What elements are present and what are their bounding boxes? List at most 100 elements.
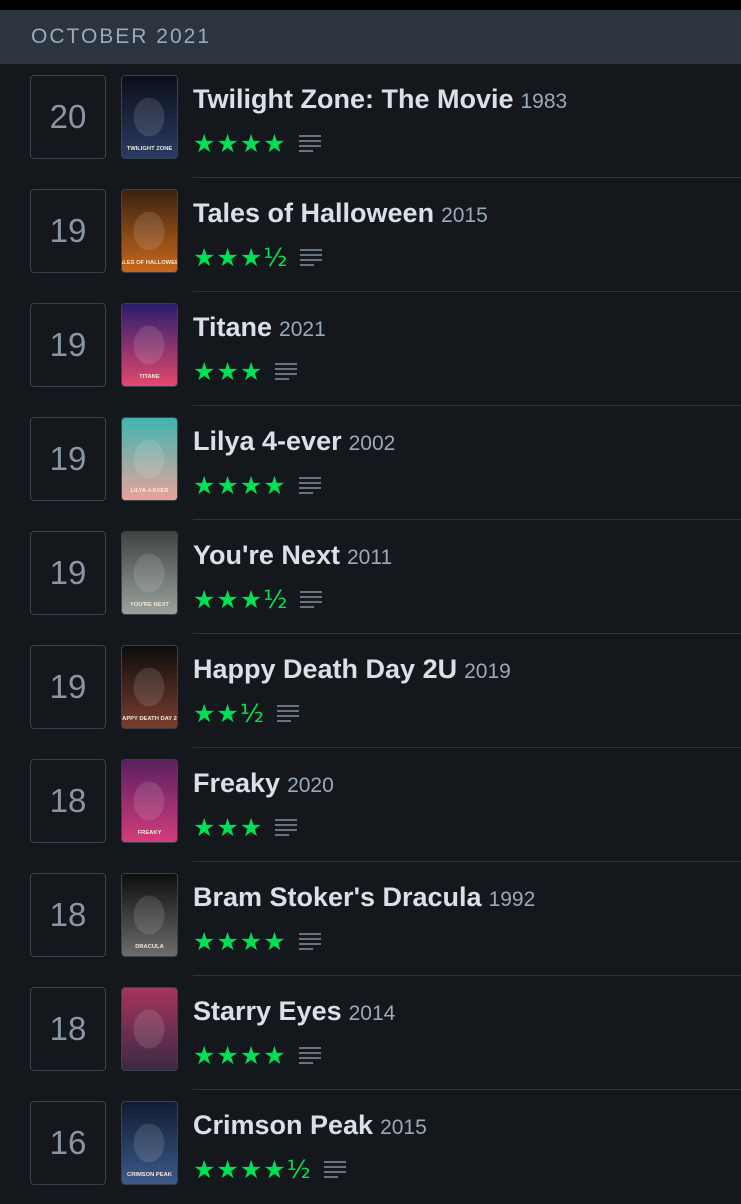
month-section-header: OCTOBER 2021 xyxy=(0,10,741,64)
poster-lettering: HAPPY DEATH DAY 2U xyxy=(122,716,177,722)
film-year[interactable]: 2021 xyxy=(279,318,326,341)
film-title-line: Bram Stoker's Dracula 1992 xyxy=(193,882,535,913)
film-title[interactable]: You're Next xyxy=(193,540,340,570)
rating-line: ★★★★ xyxy=(193,126,321,160)
rating-line: ★★★½ xyxy=(193,582,323,616)
poster-artwork: CRIMSON PEAK xyxy=(122,1102,177,1184)
poster-artwork: TITANE xyxy=(122,304,177,386)
film-poster[interactable]: YOU'RE NEXT xyxy=(121,531,178,615)
film-title[interactable]: Bram Stoker's Dracula xyxy=(193,882,482,912)
review-lines-icon[interactable] xyxy=(298,476,321,494)
film-poster[interactable]: DRACULA xyxy=(121,873,178,957)
film-title-line: Crimson Peak 2015 xyxy=(193,1110,427,1141)
rating-line: ★★★★ xyxy=(193,924,321,958)
film-year[interactable]: 2011 xyxy=(347,546,392,569)
review-lines-icon[interactable] xyxy=(300,248,323,266)
film-year[interactable]: 2019 xyxy=(464,660,511,683)
film-title[interactable]: Tales of Halloween xyxy=(193,198,434,228)
star-rating: ★★★★ xyxy=(193,128,287,158)
diary-entry-row[interactable]: 18 Starry Eyes 2014 ★★★★ xyxy=(0,976,741,1090)
film-poster[interactable]: CRIMSON PEAK xyxy=(121,1101,178,1185)
diary-entry-row[interactable]: 16 CRIMSON PEAK Crimson Peak 2015 ★★★★½ xyxy=(0,1090,741,1204)
star-rating: ★★★½ xyxy=(193,242,289,272)
day-number[interactable]: 20 xyxy=(30,75,106,159)
day-number[interactable]: 19 xyxy=(30,531,106,615)
film-poster[interactable] xyxy=(121,987,178,1071)
film-year[interactable]: 2015 xyxy=(441,204,488,227)
film-poster[interactable]: HAPPY DEATH DAY 2U xyxy=(121,645,178,729)
poster-artwork: FREAKY xyxy=(122,760,177,842)
star-rating: ★★½ xyxy=(193,698,266,728)
review-lines-icon[interactable] xyxy=(277,704,300,722)
film-year[interactable]: 2014 xyxy=(349,1002,396,1025)
film-year[interactable]: 2020 xyxy=(287,774,334,797)
film-title[interactable]: Twilight Zone: The Movie xyxy=(193,84,513,114)
day-number[interactable]: 19 xyxy=(30,417,106,501)
film-title-line: Twilight Zone: The Movie 1983 xyxy=(193,84,567,115)
film-title[interactable]: Crimson Peak xyxy=(193,1110,373,1140)
film-title[interactable]: Lilya 4-ever xyxy=(193,426,342,456)
review-lines-icon[interactable] xyxy=(323,1160,346,1178)
film-title-line: Freaky 2020 xyxy=(193,768,334,799)
film-year[interactable]: 1992 xyxy=(489,888,536,911)
day-number[interactable]: 19 xyxy=(30,189,106,273)
film-title[interactable]: Freaky xyxy=(193,768,280,798)
poster-artwork: LILYA 4-EVER xyxy=(122,418,177,500)
film-title-line: Lilya 4-ever 2002 xyxy=(193,426,395,457)
diary-entry-row[interactable]: 19 TITANE Titane 2021 ★★★ xyxy=(0,292,741,406)
poster-lettering: DRACULA xyxy=(135,944,164,950)
film-poster[interactable]: TALES OF HALLOWEEN xyxy=(121,189,178,273)
diary-entry-row[interactable]: 19 LILYA 4-EVER Lilya 4-ever 2002 ★★★★ xyxy=(0,406,741,520)
film-title[interactable]: Titane xyxy=(193,312,272,342)
rating-line: ★★★ xyxy=(193,354,298,388)
rating-line: ★★★★½ xyxy=(193,1152,346,1186)
diary-entry-row[interactable]: 18 FREAKY Freaky 2020 ★★★ xyxy=(0,748,741,862)
star-rating: ★★★★ xyxy=(193,926,287,956)
diary-entry-row[interactable]: 20 TWILIGHT ZONE Twilight Zone: The Movi… xyxy=(0,64,741,178)
review-lines-icon[interactable] xyxy=(298,932,321,950)
diary-entry-row[interactable]: 18 DRACULA Bram Stoker's Dracula 1992 ★★★… xyxy=(0,862,741,976)
day-number[interactable]: 16 xyxy=(30,1101,106,1185)
poster-lettering: TWILIGHT ZONE xyxy=(127,146,173,152)
poster-lettering: FREAKY xyxy=(138,830,162,836)
film-poster[interactable]: LILYA 4-EVER xyxy=(121,417,178,501)
film-year[interactable]: 2015 xyxy=(380,1116,427,1139)
review-lines-icon[interactable] xyxy=(275,362,298,380)
status-bar-strip xyxy=(0,0,741,10)
film-poster[interactable]: FREAKY xyxy=(121,759,178,843)
day-number[interactable]: 19 xyxy=(30,645,106,729)
poster-artwork xyxy=(122,988,177,1070)
diary-entry-row[interactable]: 19 HAPPY DEATH DAY 2U Happy Death Day 2U… xyxy=(0,634,741,748)
poster-lettering: CRIMSON PEAK xyxy=(127,1172,173,1178)
film-title-line: Tales of Halloween 2015 xyxy=(193,198,488,229)
review-lines-icon[interactable] xyxy=(298,134,321,152)
film-title-line: Titane 2021 xyxy=(193,312,326,343)
poster-lettering: TALES OF HALLOWEEN xyxy=(122,260,177,266)
rating-line: ★★★ xyxy=(193,810,298,844)
diary-entry-row[interactable]: 19 YOU'RE NEXT You're Next 2011 ★★★½ xyxy=(0,520,741,634)
diary-entry-row[interactable]: 19 TALES OF HALLOWEEN Tales of Halloween… xyxy=(0,178,741,292)
review-lines-icon[interactable] xyxy=(298,1046,321,1064)
day-number[interactable]: 18 xyxy=(30,873,106,957)
review-lines-icon[interactable] xyxy=(275,818,298,836)
day-number[interactable]: 18 xyxy=(30,987,106,1071)
film-poster[interactable]: TWILIGHT ZONE xyxy=(121,75,178,159)
day-number[interactable]: 18 xyxy=(30,759,106,843)
rating-line: ★★★★ xyxy=(193,1038,321,1072)
poster-artwork: DRACULA xyxy=(122,874,177,956)
poster-artwork: TALES OF HALLOWEEN xyxy=(122,190,177,272)
review-lines-icon[interactable] xyxy=(300,590,323,608)
film-title[interactable]: Starry Eyes xyxy=(193,996,342,1026)
day-number[interactable]: 19 xyxy=(30,303,106,387)
star-rating: ★★★½ xyxy=(193,584,289,614)
rating-line: ★★★½ xyxy=(193,240,323,274)
film-poster[interactable]: TITANE xyxy=(121,303,178,387)
star-rating: ★★★★½ xyxy=(193,1154,312,1184)
film-year[interactable]: 2002 xyxy=(349,432,396,455)
film-title[interactable]: Happy Death Day 2U xyxy=(193,654,457,684)
film-year[interactable]: 1983 xyxy=(520,90,567,113)
star-rating: ★★★★ xyxy=(193,470,287,500)
film-title-line: Starry Eyes 2014 xyxy=(193,996,395,1027)
poster-artwork: HAPPY DEATH DAY 2U xyxy=(122,646,177,728)
month-label: OCTOBER 2021 xyxy=(31,25,212,48)
